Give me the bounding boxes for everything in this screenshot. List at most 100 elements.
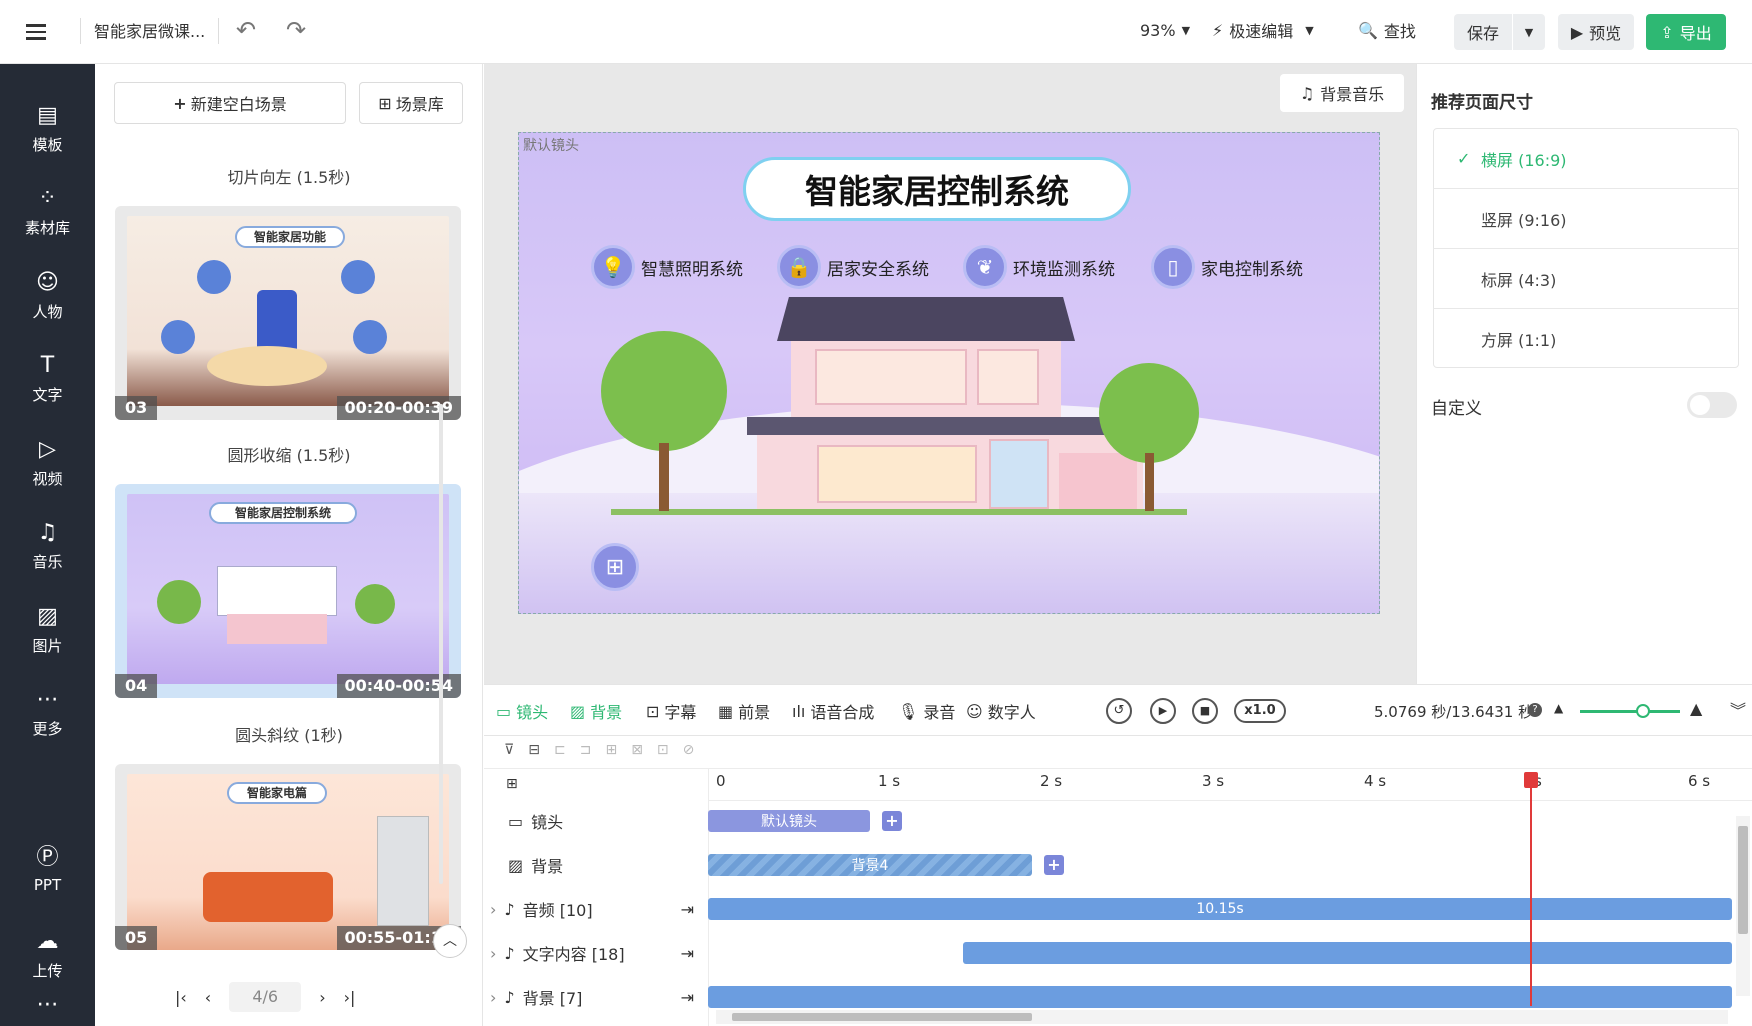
track-background[interactable]: ▨ 背景	[484, 844, 708, 886]
first-page-icon[interactable]: |‹	[175, 988, 187, 1007]
align-left-icon[interactable]: ⊏	[554, 742, 566, 758]
tool-camera[interactable]: ▭ 镜头	[496, 699, 548, 723]
track-exit-icon[interactable]: ⇥	[681, 900, 694, 919]
transition-label[interactable]: 圆形收缩 (1.5秒)	[95, 442, 483, 466]
size-option-1-1[interactable]: 方屏 (1:1)	[1433, 309, 1739, 369]
align-spacing-icon[interactable]: ⊠	[631, 742, 643, 758]
nav-item-text[interactable]: T 文字	[0, 344, 95, 414]
tool-subtitle[interactable]: ⊡ 字幕	[646, 699, 696, 723]
nav-label: 素材库	[24, 218, 70, 237]
bg-music-button[interactable]: ♫ 背景音乐	[1280, 74, 1404, 112]
speed-button[interactable]: x1.0	[1234, 699, 1286, 723]
track-settings-icon[interactable]: ⊞	[506, 776, 518, 792]
slide-canvas[interactable]: 默认镜头 智能家居控制系统 💡 智慧照明系统 🔒 居家安全系统 ❦ 环境监测系统 ▯ 家…	[518, 132, 1380, 614]
background-icon: ▨	[508, 855, 524, 875]
feature-appliance[interactable]: ▯ 家电控制系统	[1151, 245, 1303, 289]
undo-icon[interactable]: ↶	[236, 12, 256, 48]
background-list-clip[interactable]	[708, 986, 1732, 1008]
feature-lighting[interactable]: 💡 智慧照明系统	[591, 245, 743, 289]
zoom-in-icon[interactable]: ▲	[1690, 699, 1702, 718]
track-exit-icon[interactable]: ⇥	[681, 944, 694, 963]
feature-security[interactable]: 🔒 居家安全系统	[777, 245, 929, 289]
new-scene-button[interactable]: + 新建空白场景	[114, 82, 346, 124]
feature-environment[interactable]: ❦ 环境监测系统	[963, 245, 1115, 289]
slide-title[interactable]: 智能家居控制系统	[743, 157, 1131, 221]
tool-digital-human[interactable]: ☺ 数字人	[966, 699, 1036, 723]
zoom-select[interactable]: 93% ▼	[1140, 12, 1190, 48]
tool-record[interactable]: 🎙 录音	[898, 699, 955, 723]
camera-label[interactable]: 默认镜头	[523, 135, 579, 155]
nav-item-materials[interactable]: ⁘ 素材库	[0, 177, 95, 247]
filter-icon[interactable]: ⊽	[504, 742, 514, 758]
find-button[interactable]: 🔍 查找	[1358, 12, 1416, 48]
tool-background[interactable]: ▨ 背景	[570, 699, 622, 723]
scrollbar[interactable]	[439, 404, 443, 884]
scroll-top-icon[interactable]: ︿	[433, 924, 467, 958]
track-background-list[interactable]: › ♪ 背景 [7] ⇥	[484, 976, 708, 1018]
tool-tts[interactable]: ılı 语音合成	[792, 699, 874, 723]
zoom-slider[interactable]	[1580, 704, 1680, 718]
save-dropdown-icon[interactable]: ▼	[1513, 26, 1545, 39]
track-exit-icon[interactable]: ⇥	[681, 988, 694, 1007]
replay-icon[interactable]: ↺	[1106, 698, 1132, 724]
prev-page-icon[interactable]: ‹	[205, 988, 211, 1007]
align-distribute-icon[interactable]: ⊞	[605, 742, 617, 758]
size-option-4-3[interactable]: 标屏 (4:3)	[1433, 249, 1739, 309]
home-icon	[197, 260, 231, 294]
size-option-16-9[interactable]: ✓ 横屏 (16:9)	[1433, 129, 1739, 189]
zoom-out-icon[interactable]: ▲	[1554, 701, 1563, 715]
menu-icon[interactable]	[26, 14, 56, 50]
merge-icon[interactable]: ⊡	[657, 742, 669, 758]
export-button[interactable]: ⇪ 导出	[1646, 14, 1726, 50]
vertical-scrollbar[interactable]	[1736, 816, 1750, 996]
nav-more-dots-icon[interactable]: ⋯	[0, 984, 95, 1024]
nav-item-more[interactable]: ⋯ 更多	[0, 678, 95, 748]
save-button[interactable]: 保存	[1454, 20, 1512, 44]
nav-item-template[interactable]: ▤ 模板	[0, 94, 95, 164]
tool-foreground[interactable]: ▦ 前景	[718, 699, 770, 723]
edit-mode-select[interactable]: ⚡ 极速编辑 ▼	[1212, 12, 1314, 48]
nav-item-person[interactable]: ☺ 人物	[0, 261, 95, 331]
track-camera[interactable]: ▭ 镜头	[484, 800, 708, 842]
track-audio[interactable]: › ♪ 音频 [10] ⇥	[484, 888, 708, 930]
last-page-icon[interactable]: ›|	[344, 988, 356, 1007]
custom-size-toggle[interactable]	[1687, 392, 1737, 418]
collapse-icon[interactable]: ︾	[1730, 697, 1746, 721]
scene-library-button[interactable]: ⊞ 场景库	[359, 82, 463, 124]
more-icon: ⋯	[36, 686, 59, 712]
scene-thumbnail-selected[interactable]: 智能家居控制系统 04 00:40-00:54	[115, 484, 461, 698]
camera-clip[interactable]: 默认镜头	[708, 810, 870, 832]
add-camera-icon[interactable]: +	[882, 811, 902, 831]
align-center-icon[interactable]: ⊐	[580, 742, 592, 758]
track-text[interactable]: › ♪ 文字内容 [18] ⇥	[484, 932, 708, 974]
scene-number: 04	[115, 674, 158, 698]
horizontal-scrollbar[interactable]	[716, 1010, 1728, 1024]
transition-label[interactable]: 圆头斜纹 (1秒)	[95, 722, 483, 746]
project-title[interactable]: 智能家居微课...	[94, 12, 205, 48]
split-icon[interactable]: ⊘	[683, 742, 695, 758]
preview-button[interactable]: ▶ 预览	[1558, 14, 1634, 50]
help-icon[interactable]: ?	[1528, 703, 1542, 717]
group-icon[interactable]: ⊟	[528, 742, 540, 758]
text-clip[interactable]	[963, 942, 1732, 964]
next-page-icon[interactable]: ›	[319, 988, 325, 1007]
background-clip[interactable]: 背景4	[708, 854, 1032, 876]
audio-clip[interactable]: 10.15s	[708, 898, 1732, 920]
expand-icon: ›	[490, 943, 497, 963]
size-option-9-16[interactable]: 竖屏 (9:16)	[1433, 189, 1739, 249]
page-input[interactable]: 4/6	[229, 982, 302, 1012]
add-background-icon[interactable]: +	[1044, 855, 1064, 875]
play-icon[interactable]: ▶	[1150, 698, 1176, 724]
grid-icon: ⊞	[378, 93, 392, 113]
nav-item-video[interactable]: ▷ 视频	[0, 428, 95, 498]
redo-icon[interactable]: ↷	[286, 12, 306, 48]
nav-item-image[interactable]: ▨ 图片	[0, 595, 95, 665]
nav-item-ppt[interactable]: Ⓟ PPT	[0, 835, 95, 905]
scene-thumbnail[interactable]: 智能家居功能 03 00:20-00:39	[115, 206, 461, 420]
nav-item-upload[interactable]: ☁ 上传	[0, 920, 95, 990]
transition-label[interactable]: 切片向左 (1.5秒)	[95, 164, 483, 188]
nav-item-music[interactable]: ♫ 音乐	[0, 511, 95, 581]
stop-icon[interactable]: ■	[1192, 698, 1218, 724]
playhead[interactable]	[1524, 772, 1538, 1006]
scene-thumbnail[interactable]: 智能家电篇 05 00:55-01:15	[115, 764, 461, 950]
